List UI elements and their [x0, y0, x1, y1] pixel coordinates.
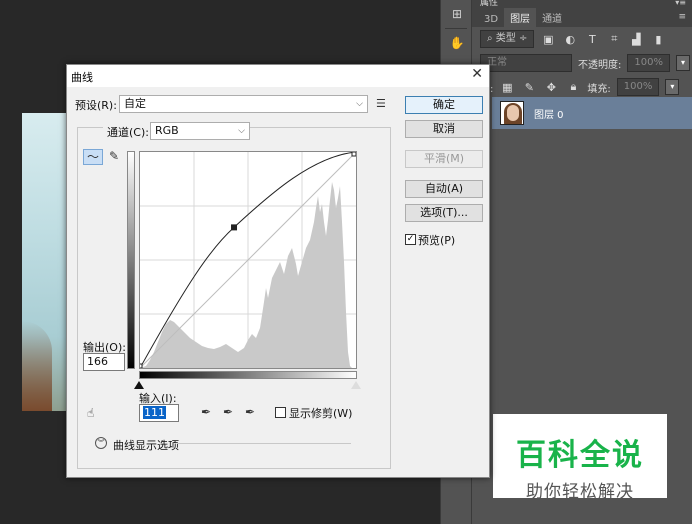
channel-select[interactable]: RGB ⌵ [150, 122, 250, 140]
pencil-tool-icon[interactable]: ✎ [109, 149, 119, 163]
filter-row: ⌕ 类型 ÷ ▣ ◐ T ⌗ ▟ ▮ [472, 27, 692, 51]
properties-panel-icon[interactable]: ⊞ [446, 4, 468, 24]
preset-label: 预设(R): [75, 99, 117, 112]
fill-dropdown-icon[interactable]: ▾ [665, 79, 680, 95]
options-button[interactable]: 选项(T)... [405, 204, 483, 222]
opacity-label: 不透明度: [578, 59, 622, 71]
layer-name[interactable]: 图层 0 [534, 106, 564, 121]
input-gradient-bar [139, 371, 357, 379]
curve-point-start[interactable] [140, 363, 143, 368]
chevron-down-icon: ⌵ [356, 99, 363, 109]
lock-row: 定: ▦ ✎ ✥ 🔒︎ 填充: 100% ▾ [472, 75, 692, 99]
layer-tabs: 3D 图层 通道 ≡ [472, 8, 692, 27]
white-point-slider[interactable] [351, 381, 361, 389]
divider [177, 443, 351, 444]
watermark-title: 百科全说 [516, 438, 644, 473]
output-gradient-bar [127, 151, 135, 369]
ok-button[interactable]: 确定 [405, 96, 483, 114]
histogram [140, 182, 352, 368]
preset-value: 自定 [124, 97, 146, 110]
filter-kind-label: 类型 [495, 33, 516, 44]
curve-edit-tool-icon[interactable]: 〜 [83, 149, 103, 165]
preset-select[interactable]: 自定 ⌵ [119, 95, 368, 113]
opacity-input[interactable]: 100% [627, 54, 670, 72]
watermark: 百科全说 助你轻松解决 [493, 414, 667, 502]
hand-tool-icon[interactable]: ✋ [446, 33, 468, 53]
preview-label[interactable]: 预览(P) [418, 232, 455, 248]
input-value: 111 [143, 406, 166, 419]
opacity-dropdown-icon[interactable]: ▾ [675, 55, 690, 71]
black-point-slider[interactable] [134, 381, 144, 389]
blend-row: 正常 不透明度: 100% ▾ [472, 51, 692, 75]
type-filter-icon[interactable]: T [584, 33, 600, 46]
show-clipping-checkbox[interactable] [275, 407, 286, 418]
lock-paint-icon[interactable]: ✎ [521, 81, 537, 94]
preview-checkbox[interactable]: ✓ [405, 234, 416, 245]
dialog-title: 曲线 [71, 71, 93, 84]
smart-object-filter-icon[interactable]: ▟ [628, 33, 644, 46]
curve-point-end[interactable] [351, 152, 356, 157]
preset-options-icon[interactable]: ☰ [376, 97, 386, 110]
layer-item[interactable]: 图层 0 [492, 97, 692, 129]
cancel-button[interactable]: 取消 [405, 120, 483, 138]
expand-options-icon[interactable]: ︾ [95, 437, 107, 449]
dialog-titlebar: 曲线 ✕ [67, 65, 489, 87]
chevron-down-icon: ⌵ [238, 126, 245, 136]
thumb-face [507, 105, 519, 121]
curves-dialog: 曲线 ✕ 预设(R): 自定 ⌵ ☰ 通道(C): RGB ⌵ 〜 ✎ 输出(O… [66, 64, 490, 478]
image-filter-icon[interactable]: ▣ [540, 33, 556, 46]
panel-menu-icon[interactable]: ▾≡ [675, 0, 686, 7]
output-field[interactable]: 166 [83, 353, 125, 371]
tab-layers[interactable]: 图层 [504, 8, 537, 27]
lock-transparent-icon[interactable]: ▦ [499, 81, 515, 94]
filter-toggle-icon[interactable]: ▮ [650, 33, 666, 46]
lock-all-icon[interactable]: 🔒︎ [565, 80, 581, 94]
curve-options-label[interactable]: 曲线显示选项 [113, 437, 179, 453]
curve-point-selected[interactable] [231, 224, 238, 231]
curve-graph-svg[interactable] [140, 152, 356, 368]
white-eyedropper-icon[interactable]: ✒ [245, 405, 255, 419]
divider [445, 28, 467, 29]
blend-mode-select[interactable]: 正常 [480, 54, 572, 72]
smooth-button[interactable]: 平滑(M) [405, 150, 483, 168]
layer-thumbnail [500, 101, 524, 125]
gray-eyedropper-icon[interactable]: ✒ [223, 405, 233, 419]
lock-move-icon[interactable]: ✥ [543, 81, 559, 94]
fill-input[interactable]: 100% [616, 78, 660, 96]
watermark-subtitle: 助你轻松解决 [526, 482, 634, 502]
tab-channels[interactable]: 通道 [536, 8, 568, 27]
channel-label: 通道(C): [103, 124, 153, 140]
target-adjust-hand-icon[interactable]: ☝ [87, 406, 94, 420]
adjustment-filter-icon[interactable]: ◐ [562, 33, 578, 46]
close-icon[interactable]: ✕ [471, 66, 483, 82]
panel-menu-icon[interactable]: ≡ [678, 12, 686, 22]
image-hair [22, 321, 52, 411]
black-eyedropper-icon[interactable]: ✒ [201, 405, 211, 419]
filter-kind-select[interactable]: ⌕ 类型 ÷ [480, 30, 535, 48]
input-field[interactable]: 111 [139, 404, 179, 422]
properties-title: 属性 [480, 0, 499, 8]
curve-graph[interactable] [139, 151, 357, 369]
tab-3d[interactable]: 3D [478, 12, 504, 27]
show-clipping-label[interactable]: 显示修剪(W) [289, 405, 352, 421]
shape-filter-icon[interactable]: ⌗ [606, 32, 622, 46]
channel-value: RGB [155, 124, 179, 137]
fill-label: 填充: [587, 83, 611, 95]
auto-button[interactable]: 自动(A) [405, 180, 483, 198]
